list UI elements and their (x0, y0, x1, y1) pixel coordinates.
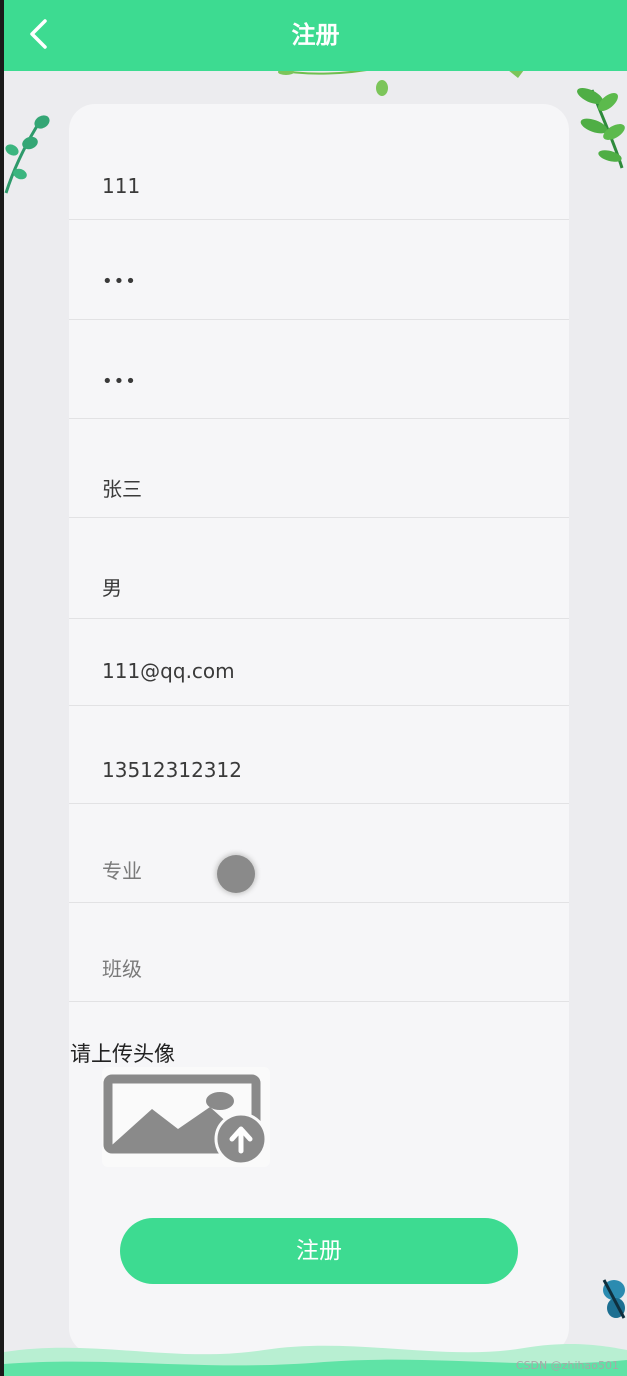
butterfly-icon (602, 1279, 626, 1319)
username-input[interactable]: 111 (69, 104, 569, 220)
left-edge-strip (0, 0, 4, 1376)
avatar-upload-label: 请上传头像 (70, 1042, 175, 1066)
confirm-password-value: ••• (102, 371, 137, 392)
register-button[interactable]: 注册 (120, 1218, 518, 1284)
gender-value: 男 (102, 576, 122, 600)
class-placeholder: 班级 (102, 957, 142, 981)
class-input[interactable]: 班级 (69, 903, 569, 1002)
email-input[interactable]: 111@qq.com (69, 619, 569, 706)
password-input[interactable]: ••• (69, 220, 569, 320)
password-value: ••• (102, 271, 137, 292)
avatar-upload-button[interactable] (102, 1067, 270, 1167)
leaf-branch-left-icon (4, 115, 50, 194)
confirm-password-input[interactable]: ••• (69, 320, 569, 419)
real-name-value: 张三 (102, 477, 142, 501)
gender-input[interactable]: 男 (69, 518, 569, 619)
page-title: 注册 (291, 21, 340, 49)
app-header: 注册 (4, 0, 627, 71)
username-value: 111 (102, 174, 141, 198)
touch-indicator (217, 855, 255, 893)
image-upload-icon (103, 1074, 268, 1166)
phone-input[interactable]: 13512312312 (69, 706, 569, 804)
leaf-branch-right-icon (577, 87, 625, 169)
watermark-text: CSDN @zhihao501 (515, 1359, 619, 1372)
major-placeholder: 专业 (102, 859, 142, 883)
email-value: 111@qq.com (102, 659, 235, 683)
real-name-input[interactable]: 张三 (69, 419, 569, 518)
phone-value: 13512312312 (102, 758, 242, 782)
major-input[interactable]: 专业 (69, 804, 569, 903)
